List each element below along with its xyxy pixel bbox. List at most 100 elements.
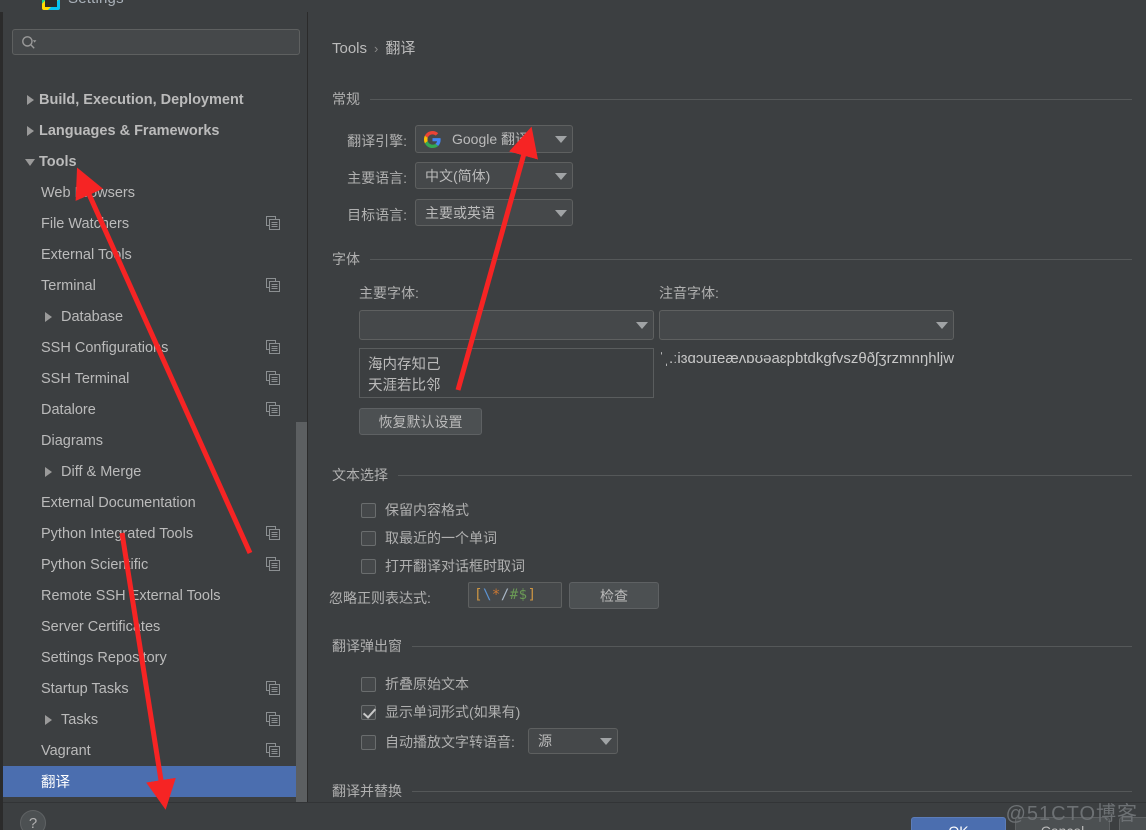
chevron-down-icon[interactable] [552,126,572,152]
sidebar-item-database[interactable]: Database [3,301,307,332]
help-icon[interactable]: ? [20,810,46,830]
search-box[interactable] [12,29,300,55]
chevron-right-icon[interactable] [23,123,39,139]
primary-language-select[interactable]: 中文(简体) [415,162,573,189]
search-wrap [12,29,300,55]
search-input[interactable] [43,30,295,54]
sidebar-item-tasks[interactable]: Tasks [3,704,307,735]
chevron-right-icon[interactable] [41,464,57,480]
chevron-down-icon[interactable] [933,311,953,339]
sidebar-item-label: Web Browsers [41,184,136,201]
sidebar-item-label: Tools [39,153,77,170]
sidebar-item-file-watchers[interactable]: File Watchers [3,208,307,239]
sidebar-item-label: External Documentation [41,494,196,511]
tts-source-select[interactable]: 源 [528,728,618,754]
chevron-down-icon[interactable] [552,163,572,188]
checkbox-auto-play-tts[interactable]: 自动播放文字转语音: [361,732,515,752]
check-regex-button[interactable]: 检查 [569,582,659,609]
google-icon [424,130,441,148]
cancel-button[interactable]: Cancel [1015,817,1110,830]
section-translation-popup-label: 翻译弹出窗 [332,638,402,654]
checkbox-show-word-forms[interactable]: 显示单词形式(如果有) [361,702,520,722]
settings-content: Tools › 翻译 常规 翻译引擎: Google 翻译 主要语言: 中文(简体) [309,12,1146,802]
translation-engine-value: Google 翻译 [452,131,530,147]
checkbox-box[interactable] [361,734,376,750]
chevron-right-icon[interactable] [23,92,39,108]
settings-dialog: Settings Build, Execution, Deployment Lan… [0,0,1146,830]
sidebar-item-settings-repository[interactable]: Settings Repository [3,642,307,673]
checkbox-label: 折叠原始文本 [385,676,469,692]
target-language-label: 目标语言: [347,207,407,223]
checkbox-box[interactable] [361,704,376,720]
sidebar-item-tools[interactable]: Tools [3,146,307,177]
section-text-selection-label: 文本选择 [332,467,388,483]
target-language-select[interactable]: 主要或英语 [415,199,573,226]
sidebar-item-diff-merge[interactable]: Diff & Merge [3,456,307,487]
checkbox-box[interactable] [361,676,376,692]
apply-button[interactable]: Apply [1119,817,1146,830]
checkbox-keep-format[interactable]: 保留内容格式 [361,500,469,520]
sidebar-item-startup-tasks[interactable]: Startup Tasks [3,673,307,704]
dialog-bottom-bar: ? OK Cancel Apply [3,802,1146,830]
section-translation-popup-rule [412,645,1132,647]
ok-label: OK [948,823,968,830]
breadcrumb-root[interactable]: Tools [332,40,367,57]
sidebar-item-label: SSH Terminal [41,370,130,387]
sidebar-item-datalore[interactable]: Datalore [3,394,307,425]
sidebar-item-label: Diff & Merge [61,463,142,480]
chevron-right-icon[interactable] [41,309,57,325]
title-bar: Settings [0,0,1146,12]
settings-tree: Build, Execution, Deployment Languages & … [3,70,307,802]
checkbox-fold-original-text[interactable]: 折叠原始文本 [361,674,469,694]
sidebar-item-languages-frameworks[interactable]: Languages & Frameworks [3,115,307,146]
sidebar-item-label: Startup Tasks [41,680,129,697]
sidebar-item-python-scientific[interactable]: Python Scientific [3,549,307,580]
copy-settings-icon [266,557,280,571]
chevron-right-icon: › [374,41,379,56]
help-label: ? [28,814,38,830]
sidebar-item-label: SSH Configurations [41,339,169,356]
phonetic-font-select[interactable] [659,310,954,340]
primary-font-select[interactable] [359,310,654,340]
sidebar-item-web-browsers[interactable]: Web Browsers [3,177,307,208]
sidebar-item-vagrant[interactable]: Vagrant [3,735,307,766]
ok-button[interactable]: OK [911,817,1006,830]
checkbox-label: 保留内容格式 [385,502,469,518]
checkbox-nearest-word[interactable]: 取最近的一个单词 [361,528,497,548]
checkbox-box[interactable] [361,530,376,546]
chevron-right-icon[interactable] [41,712,57,728]
sidebar-item-ssh-configurations[interactable]: SSH Configurations [3,332,307,363]
sidebar-item-external-documentation[interactable]: External Documentation [3,487,307,518]
sidebar-item-terminal[interactable]: Terminal [3,270,307,301]
checkbox-take-word-on-open[interactable]: 打开翻译对话框时取词 [361,556,525,576]
sidebar-item-python-integrated-tools[interactable]: Python Integrated Tools [3,518,307,549]
copy-settings-icon [266,743,280,757]
chevron-down-icon[interactable] [597,729,617,753]
sidebar-item-remote-ssh-external-tools[interactable]: Remote SSH External Tools [3,580,307,611]
sidebar-item-build-execution-deployment[interactable]: Build, Execution, Deployment [3,84,307,115]
checkbox-label: 显示单词形式(如果有) [385,704,521,720]
chevron-down-icon[interactable] [552,200,572,225]
sidebar-item-ssh-terminal[interactable]: SSH Terminal [3,363,307,394]
chevron-down-icon[interactable] [633,311,653,339]
restore-defaults-button[interactable]: 恢复默认设置 [359,408,482,435]
copy-settings-icon [266,526,280,540]
sidebar-item-row-0[interactable] [3,70,307,84]
engine-label: 翻译引擎: [347,133,407,149]
ignore-regex-input[interactable]: [\ * / #$] [468,582,562,608]
sidebar-item-external-tools[interactable]: External Tools [3,239,307,270]
section-general: 常规 [332,89,1132,109]
sidebar-item-label: Remote SSH External Tools [41,587,221,604]
sidebar-item-diagrams[interactable]: Diagrams [3,425,307,456]
checkbox-box[interactable] [361,502,376,518]
translation-engine-select[interactable]: Google 翻译 [415,125,573,153]
checkbox-box[interactable] [361,558,376,574]
regex-close-bracket: ] [527,587,537,603]
tts-source-value: 源 [538,733,552,749]
chevron-down-icon[interactable] [23,154,39,170]
sidebar-scrollbar-thumb[interactable] [296,422,307,802]
sidebar-item-label: File Watchers [41,215,130,232]
sidebar-item-翻译[interactable]: 翻译 [3,766,307,797]
sidebar-scrollbar-track[interactable] [296,217,307,802]
sidebar-item-server-certificates[interactable]: Server Certificates [3,611,307,642]
